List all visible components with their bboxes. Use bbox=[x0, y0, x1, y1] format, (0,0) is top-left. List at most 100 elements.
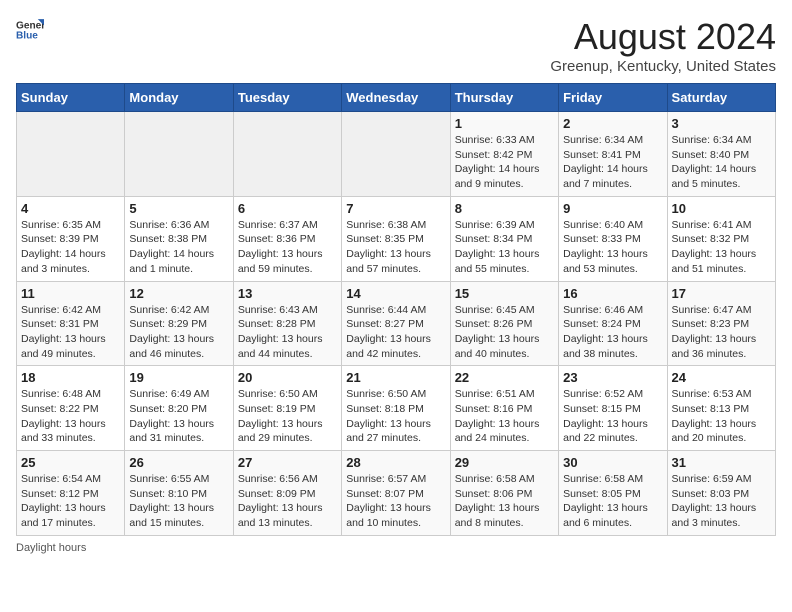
day-info: Sunrise: 6:34 AMSunset: 8:40 PMDaylight:… bbox=[672, 133, 771, 192]
daylight-label: Daylight hours bbox=[16, 542, 86, 554]
day-info: Sunrise: 6:53 AMSunset: 8:13 PMDaylight:… bbox=[672, 387, 771, 446]
day-info: Sunrise: 6:52 AMSunset: 8:15 PMDaylight:… bbox=[563, 387, 662, 446]
day-number: 21 bbox=[346, 370, 445, 385]
header: General Blue August 2024 Greenup, Kentuc… bbox=[16, 16, 776, 75]
subtitle: Greenup, Kentucky, United States bbox=[550, 58, 776, 75]
header-cell-tuesday: Tuesday bbox=[233, 84, 341, 112]
day-cell: 24 Sunrise: 6:53 AMSunset: 8:13 PMDayligh… bbox=[667, 366, 775, 451]
day-info: Sunrise: 6:48 AMSunset: 8:22 PMDaylight:… bbox=[21, 387, 120, 446]
day-info: Sunrise: 6:37 AMSunset: 8:36 PMDaylight:… bbox=[238, 218, 337, 277]
day-number: 30 bbox=[563, 455, 662, 470]
day-number: 16 bbox=[563, 286, 662, 301]
day-info: Sunrise: 6:50 AMSunset: 8:19 PMDaylight:… bbox=[238, 387, 337, 446]
day-info: Sunrise: 6:59 AMSunset: 8:03 PMDaylight:… bbox=[672, 472, 771, 531]
day-info: Sunrise: 6:51 AMSunset: 8:16 PMDaylight:… bbox=[455, 387, 554, 446]
day-number: 2 bbox=[563, 116, 662, 131]
day-info: Sunrise: 6:42 AMSunset: 8:31 PMDaylight:… bbox=[21, 303, 120, 362]
day-info: Sunrise: 6:33 AMSunset: 8:42 PMDaylight:… bbox=[455, 133, 554, 192]
header-cell-thursday: Thursday bbox=[450, 84, 558, 112]
day-number: 27 bbox=[238, 455, 337, 470]
day-number: 31 bbox=[672, 455, 771, 470]
week-row-1: 1 Sunrise: 6:33 AMSunset: 8:42 PMDaylight… bbox=[17, 112, 776, 197]
day-info: Sunrise: 6:50 AMSunset: 8:18 PMDaylight:… bbox=[346, 387, 445, 446]
day-number: 10 bbox=[672, 201, 771, 216]
day-number: 24 bbox=[672, 370, 771, 385]
day-cell: 8 Sunrise: 6:39 AMSunset: 8:34 PMDaylight… bbox=[450, 196, 558, 281]
day-number: 26 bbox=[129, 455, 228, 470]
day-cell: 15Sunrise: 6:45 AMSunset: 8:26 PMDayligh… bbox=[450, 281, 558, 366]
day-info: Sunrise: 6:39 AMSunset: 8:34 PMDaylight:… bbox=[455, 218, 554, 277]
week-row-4: 18Sunrise: 6:48 AMSunset: 8:22 PMDayligh… bbox=[17, 366, 776, 451]
day-cell: 19Sunrise: 6:49 AMSunset: 8:20 PMDayligh… bbox=[125, 366, 233, 451]
day-cell bbox=[233, 112, 341, 197]
day-cell: 17Sunrise: 6:47 AMSunset: 8:23 PMDayligh… bbox=[667, 281, 775, 366]
day-number: 28 bbox=[346, 455, 445, 470]
day-number: 6 bbox=[238, 201, 337, 216]
day-info: Sunrise: 6:56 AMSunset: 8:09 PMDaylight:… bbox=[238, 472, 337, 531]
header-cell-monday: Monday bbox=[125, 84, 233, 112]
svg-text:Blue: Blue bbox=[16, 31, 38, 42]
day-cell: 6 Sunrise: 6:37 AMSunset: 8:36 PMDaylight… bbox=[233, 196, 341, 281]
day-info: Sunrise: 6:47 AMSunset: 8:23 PMDaylight:… bbox=[672, 303, 771, 362]
day-info: Sunrise: 6:34 AMSunset: 8:41 PMDaylight:… bbox=[563, 133, 662, 192]
day-cell: 25Sunrise: 6:54 AMSunset: 8:12 PMDayligh… bbox=[17, 451, 125, 536]
header-cell-sunday: Sunday bbox=[17, 84, 125, 112]
week-row-5: 25Sunrise: 6:54 AMSunset: 8:12 PMDayligh… bbox=[17, 451, 776, 536]
day-info: Sunrise: 6:54 AMSunset: 8:12 PMDaylight:… bbox=[21, 472, 120, 531]
day-info: Sunrise: 6:40 AMSunset: 8:33 PMDaylight:… bbox=[563, 218, 662, 277]
day-info: Sunrise: 6:38 AMSunset: 8:35 PMDaylight:… bbox=[346, 218, 445, 277]
day-cell: 9Sunrise: 6:40 AMSunset: 8:33 PMDaylight… bbox=[559, 196, 667, 281]
logo: General Blue bbox=[16, 16, 44, 44]
day-cell: 31 Sunrise: 6:59 AMSunset: 8:03 PMDayligh… bbox=[667, 451, 775, 536]
day-cell: 14 Sunrise: 6:44 AMSunset: 8:27 PMDayligh… bbox=[342, 281, 450, 366]
day-cell bbox=[125, 112, 233, 197]
day-cell: 13 Sunrise: 6:43 AMSunset: 8:28 PMDayligh… bbox=[233, 281, 341, 366]
day-cell: 1 Sunrise: 6:33 AMSunset: 8:42 PMDaylight… bbox=[450, 112, 558, 197]
day-number: 12 bbox=[129, 286, 228, 301]
day-number: 7 bbox=[346, 201, 445, 216]
title-block: August 2024 Greenup, Kentucky, United St… bbox=[550, 16, 776, 75]
day-info: Sunrise: 6:36 AMSunset: 8:38 PMDaylight:… bbox=[129, 218, 228, 277]
day-number: 3 bbox=[672, 116, 771, 131]
header-cell-saturday: Saturday bbox=[667, 84, 775, 112]
day-cell bbox=[342, 112, 450, 197]
day-cell: 30Sunrise: 6:58 AMSunset: 8:05 PMDayligh… bbox=[559, 451, 667, 536]
day-number: 22 bbox=[455, 370, 554, 385]
header-cell-friday: Friday bbox=[559, 84, 667, 112]
day-cell: 2 Sunrise: 6:34 AMSunset: 8:41 PMDaylight… bbox=[559, 112, 667, 197]
day-cell: 4Sunrise: 6:35 AMSunset: 8:39 PMDaylight… bbox=[17, 196, 125, 281]
day-cell bbox=[17, 112, 125, 197]
calendar-header: SundayMondayTuesdayWednesdayThursdayFrid… bbox=[17, 84, 776, 112]
day-info: Sunrise: 6:57 AMSunset: 8:07 PMDaylight:… bbox=[346, 472, 445, 531]
day-info: Sunrise: 6:43 AMSunset: 8:28 PMDaylight:… bbox=[238, 303, 337, 362]
day-cell: 20 Sunrise: 6:50 AMSunset: 8:19 PMDayligh… bbox=[233, 366, 341, 451]
header-row: SundayMondayTuesdayWednesdayThursdayFrid… bbox=[17, 84, 776, 112]
day-number: 23 bbox=[563, 370, 662, 385]
day-cell: 21 Sunrise: 6:50 AMSunset: 8:18 PMDayligh… bbox=[342, 366, 450, 451]
day-number: 14 bbox=[346, 286, 445, 301]
day-cell: 11Sunrise: 6:42 AMSunset: 8:31 PMDayligh… bbox=[17, 281, 125, 366]
day-number: 5 bbox=[129, 201, 228, 216]
day-cell: 3 Sunrise: 6:34 AMSunset: 8:40 PMDaylight… bbox=[667, 112, 775, 197]
day-number: 29 bbox=[455, 455, 554, 470]
day-number: 1 bbox=[455, 116, 554, 131]
header-cell-wednesday: Wednesday bbox=[342, 84, 450, 112]
day-cell: 16Sunrise: 6:46 AMSunset: 8:24 PMDayligh… bbox=[559, 281, 667, 366]
calendar-body: 1 Sunrise: 6:33 AMSunset: 8:42 PMDaylight… bbox=[17, 112, 776, 536]
main-title: August 2024 bbox=[550, 16, 776, 58]
day-number: 13 bbox=[238, 286, 337, 301]
day-info: Sunrise: 6:44 AMSunset: 8:27 PMDaylight:… bbox=[346, 303, 445, 362]
day-cell: 28 Sunrise: 6:57 AMSunset: 8:07 PMDayligh… bbox=[342, 451, 450, 536]
day-cell: 22 Sunrise: 6:51 AMSunset: 8:16 PMDayligh… bbox=[450, 366, 558, 451]
footer: Daylight hours bbox=[16, 542, 776, 554]
day-info: Sunrise: 6:49 AMSunset: 8:20 PMDaylight:… bbox=[129, 387, 228, 446]
day-number: 8 bbox=[455, 201, 554, 216]
day-cell: 23 Sunrise: 6:52 AMSunset: 8:15 PMDayligh… bbox=[559, 366, 667, 451]
calendar-table: SundayMondayTuesdayWednesdayThursdayFrid… bbox=[16, 83, 776, 536]
day-info: Sunrise: 6:42 AMSunset: 8:29 PMDaylight:… bbox=[129, 303, 228, 362]
day-number: 20 bbox=[238, 370, 337, 385]
day-cell: 7 Sunrise: 6:38 AMSunset: 8:35 PMDaylight… bbox=[342, 196, 450, 281]
day-info: Sunrise: 6:55 AMSunset: 8:10 PMDaylight:… bbox=[129, 472, 228, 531]
day-cell: 27 Sunrise: 6:56 AMSunset: 8:09 PMDayligh… bbox=[233, 451, 341, 536]
day-number: 4 bbox=[21, 201, 120, 216]
